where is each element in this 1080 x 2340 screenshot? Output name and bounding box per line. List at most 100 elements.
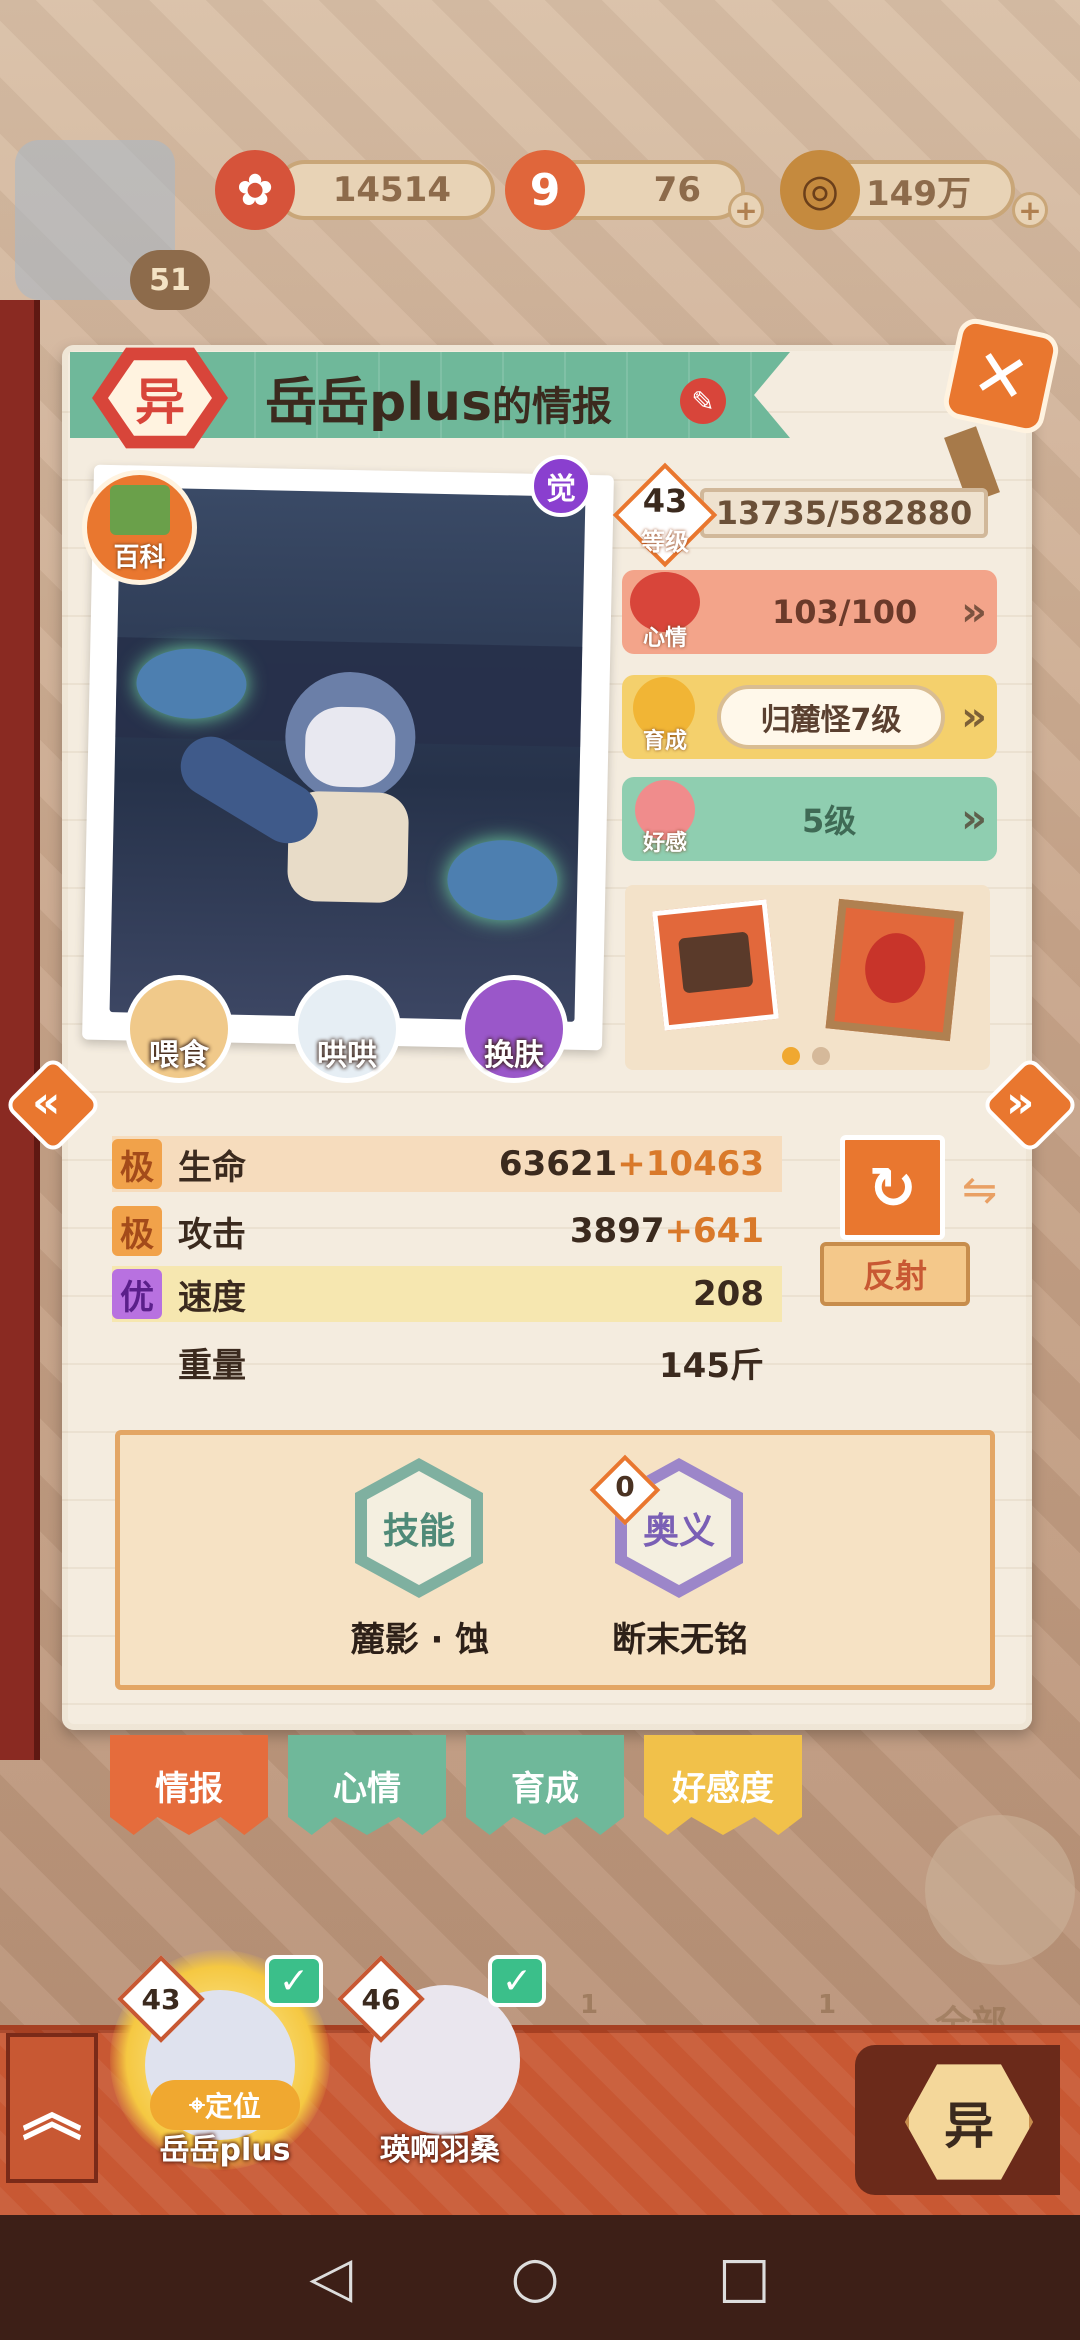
stat-name: 攻击	[178, 1214, 246, 1255]
tab-label: 心情	[333, 1768, 401, 1809]
trait-label[interactable]: 反射	[820, 1242, 970, 1306]
bg-sort-icon	[925, 1815, 1075, 1965]
locate-button[interactable]: ⌖ 定位	[150, 2080, 300, 2130]
nine-tail-icon: 9	[505, 150, 585, 230]
stat-base: 208	[693, 1274, 764, 1314]
pet-portrait[interactable]	[109, 487, 586, 1022]
title-suffix: 的情报	[492, 384, 613, 430]
deployed-check-icon: ✓	[488, 1955, 546, 2007]
pet-name: 岳岳plus	[265, 373, 493, 433]
roster-name: 瑛啊羽桑	[380, 2133, 500, 2168]
affinity-label: 好感	[642, 831, 687, 856]
coax-label: 哄哄	[317, 1038, 377, 1073]
roster-name: 岳岳plus	[159, 2133, 291, 2168]
level-value: 43	[642, 482, 688, 520]
flower-currency-icon: ✿	[215, 150, 295, 230]
chevron-up-icon: ︽	[22, 2078, 82, 2149]
ghost-fish-right	[446, 839, 559, 922]
grade-badge: 极	[112, 1206, 162, 1256]
resource-nine-value: 76	[653, 170, 701, 210]
page-dot	[812, 1047, 830, 1065]
swap-arrows-icon[interactable]: ⇋	[962, 1165, 997, 1214]
close-button[interactable]: ✕	[940, 315, 1062, 437]
resource-flower[interactable]: 14514	[275, 160, 495, 220]
stat-row-spd: 优 速度 208	[112, 1266, 782, 1322]
grade-badge-empty	[112, 1337, 162, 1387]
back-icon[interactable]: ◁	[309, 2245, 352, 2310]
stat-base: 63621	[498, 1144, 618, 1184]
tab-growth[interactable]: 育成	[466, 1735, 624, 1835]
wiki-button[interactable]: 百科	[82, 470, 197, 585]
chevron-right-icon: »	[961, 796, 987, 842]
rename-button[interactable]: ✎	[680, 378, 726, 424]
mood-value: 103/100	[772, 593, 918, 631]
growth-value: 归麓怪7级	[717, 685, 945, 749]
item-daruma-card[interactable]	[825, 898, 964, 1042]
chevron-left-icon: «	[32, 1077, 61, 1128]
wiki-label: 百科	[113, 543, 166, 573]
expand-button[interactable]: ︽	[6, 2033, 98, 2183]
stat-name: 生命	[178, 1147, 246, 1188]
tab-label: 好感度	[672, 1768, 774, 1809]
grill-icon	[677, 931, 753, 994]
page-title: 岳岳plus的情报	[265, 360, 612, 435]
coax-button[interactable]: 哄哄	[293, 975, 401, 1083]
book-icon	[109, 485, 170, 535]
resource-flower-value: 14514	[332, 170, 451, 210]
grade-badge: 极	[112, 1139, 162, 1189]
bg-count: 1	[580, 1990, 599, 2020]
tab-affinity[interactable]: 好感度	[644, 1735, 802, 1835]
roster-level: 46	[361, 1982, 401, 2016]
add-nine-button[interactable]: +	[728, 192, 764, 228]
stat-base: 145斤	[659, 1345, 764, 1386]
roster-level: 43	[141, 1982, 181, 2016]
add-coin-button[interactable]: +	[1012, 192, 1048, 228]
location-pin-icon: ⌖	[189, 2088, 205, 2121]
stat-row-weight: 重量 145斤	[112, 1334, 782, 1390]
stat-name: 速度	[178, 1277, 246, 1318]
tab-info[interactable]: 情报	[110, 1735, 268, 1835]
home-icon[interactable]: ○	[511, 2245, 560, 2310]
system-nav-bar: ◁ ○ □	[0, 2215, 1080, 2340]
stat-row-atk: 极 攻击 3897+641	[112, 1203, 782, 1259]
stat-row-hp: 极 生命 63621+10463	[112, 1136, 782, 1192]
affinity-value: 5级	[802, 802, 857, 840]
close-icon: ✕	[965, 332, 1037, 420]
skill-name: 麓影 · 蚀	[350, 1620, 490, 1660]
page-dot-active	[782, 1047, 800, 1065]
item-grill-card[interactable]	[652, 899, 779, 1031]
feed-label: 喂食	[149, 1038, 209, 1073]
ultimate-count: 0	[615, 1470, 635, 1503]
awaken-badge: 觉	[530, 455, 592, 517]
skin-label: 换肤	[484, 1038, 544, 1073]
coin-icon: ◎	[780, 150, 860, 230]
exp-text: 13735/582880	[715, 494, 973, 532]
mood-label: 心情	[642, 626, 687, 651]
rarity-badge-text: 异	[108, 360, 212, 436]
stat-base: 3897	[569, 1211, 665, 1251]
daruma-icon	[861, 930, 929, 1006]
stat-name: 重量	[178, 1345, 246, 1386]
edit-icon: ✎	[691, 384, 715, 418]
left-book-spine	[0, 300, 40, 1760]
deployed-check-icon: ✓	[265, 1955, 323, 2007]
exp-bar: 13735/582880	[700, 488, 988, 538]
pet-face	[304, 706, 396, 788]
recents-icon[interactable]: □	[718, 2245, 771, 2310]
skill-box	[115, 1430, 995, 1690]
tab-mood[interactable]: 心情	[288, 1735, 446, 1835]
level-label: 等级	[641, 528, 689, 556]
skin-button[interactable]: 换肤	[460, 975, 568, 1083]
tab-label: 情报	[155, 1768, 223, 1809]
feed-button[interactable]: 喂食	[125, 975, 233, 1083]
trait-icon[interactable]: ↻	[840, 1135, 945, 1240]
skill-icon: 技能	[367, 1471, 471, 1585]
tab-label: 育成	[511, 1768, 579, 1809]
stat-bonus: +641	[664, 1211, 764, 1251]
stat-bonus: +10463	[617, 1144, 764, 1184]
chevron-right-icon: »	[961, 694, 987, 740]
chevron-right-icon: »	[1006, 1077, 1035, 1128]
ultimate-name: 断末无铭	[612, 1620, 748, 1660]
player-level-badge: 51	[130, 250, 210, 310]
grade-badge: 优	[112, 1269, 162, 1319]
